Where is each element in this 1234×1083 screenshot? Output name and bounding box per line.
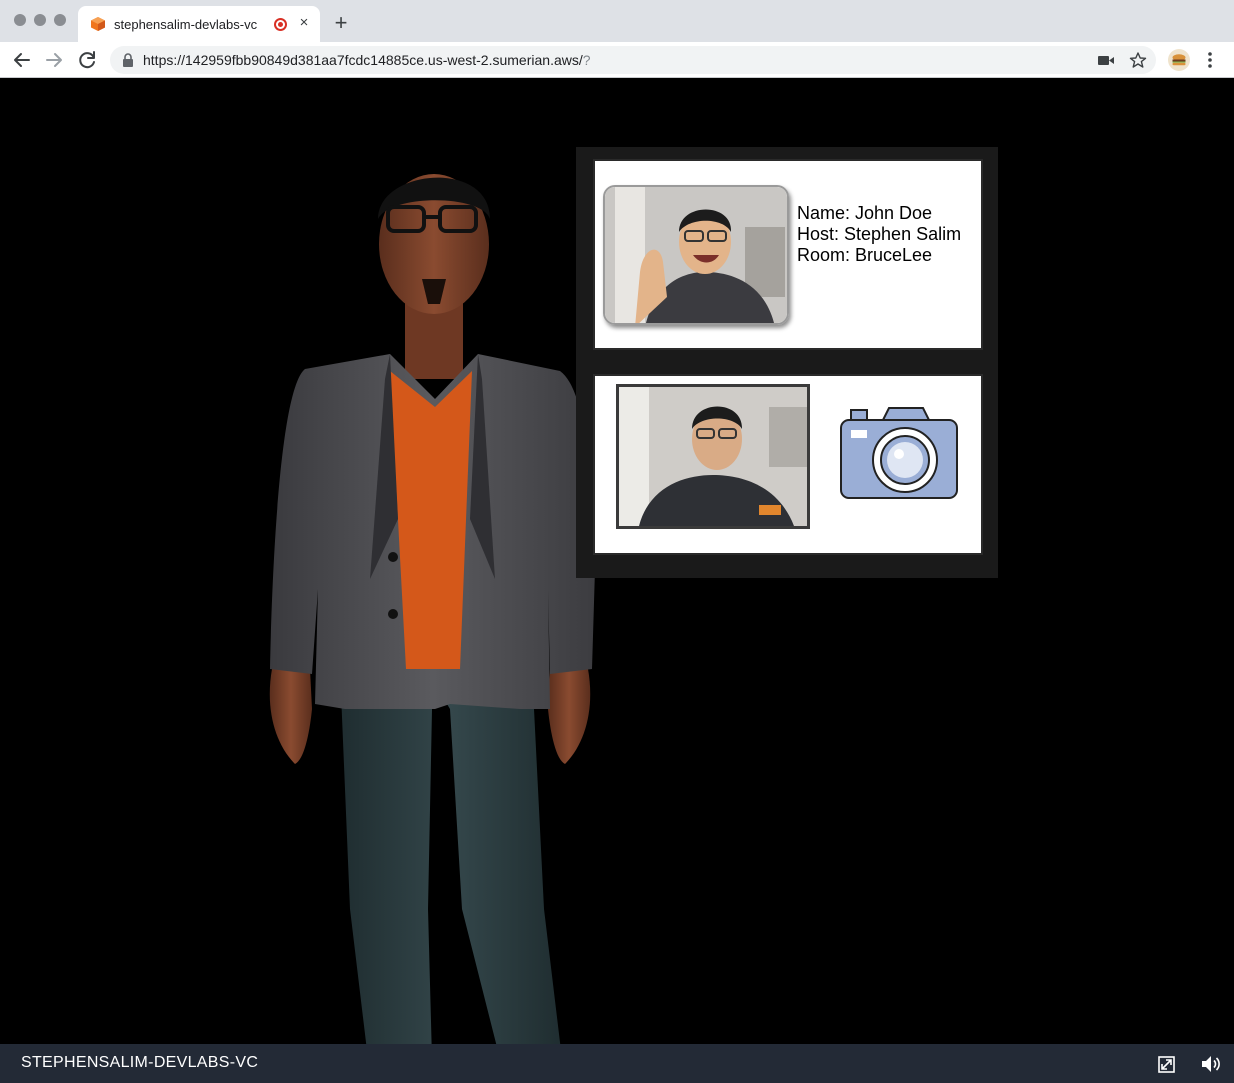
profile-avatar[interactable] [1168, 49, 1190, 71]
camera-permission-icon[interactable] [1097, 52, 1115, 68]
tab-title: stephensalim-devlabs-vc [114, 17, 258, 32]
url-main: https://142959fbb90849d381aa7fcdc14885ce… [143, 52, 583, 68]
scene-title: STEPHENSALIM-DEVLABS-VC [21, 1054, 259, 1071]
new-tab-button[interactable]: + [330, 12, 352, 34]
browser-toolbar: https://142959fbb90849d381aa7fcdc14885ce… [0, 42, 1234, 78]
address-bar[interactable]: https://142959fbb90849d381aa7fcdc14885ce… [110, 46, 1156, 74]
visitor-photo [603, 185, 789, 325]
visitor-name: Name: John Doe [797, 203, 933, 223]
sumerian-cube-icon [91, 17, 105, 31]
webcam-preview [616, 384, 810, 529]
capture-card [593, 374, 983, 555]
menu-dots-icon[interactable] [1200, 50, 1220, 70]
camera-icon[interactable] [839, 406, 959, 502]
tab-close-icon[interactable]: × [296, 15, 312, 31]
browser-tab[interactable]: stephensalim-devlabs-vc × [78, 6, 320, 42]
visitor-host: Host: Stephen Salim [797, 224, 962, 244]
burger-avatar-icon [1172, 54, 1186, 66]
webcam-preview-image [619, 387, 807, 526]
volume-icon[interactable] [1201, 1055, 1221, 1073]
lock-icon[interactable] [122, 53, 134, 67]
visitor-photo-image [605, 187, 787, 323]
star-bookmark-icon[interactable] [1129, 52, 1147, 68]
browser-tab-strip: stephensalim-devlabs-vc × + [0, 0, 1234, 42]
scene-footer-bar: STEPHENSALIM-DEVLABS-VC [0, 1044, 1234, 1083]
visitor-badge-card: Name: John Doe Host: Stephen Salim Room:… [593, 159, 983, 350]
back-arrow-icon[interactable] [10, 48, 34, 72]
window-zoom-button[interactable] [54, 14, 66, 26]
url-text: https://142959fbb90849d381aa7fcdc14885ce… [143, 52, 591, 68]
fullscreen-icon[interactable] [1158, 1056, 1175, 1073]
window-minimize-button[interactable] [34, 14, 46, 26]
window-close-button[interactable] [14, 14, 26, 26]
url-suffix: ? [582, 52, 591, 68]
host-avatar[interactable] [250, 149, 620, 1044]
forward-arrow-icon[interactable] [42, 48, 66, 72]
visitor-details: Name: John Doe Host: Stephen Salim Room:… [797, 203, 961, 266]
visitor-panel: Name: John Doe Host: Stephen Salim Room:… [576, 147, 998, 578]
visitor-room: Room: BruceLee [797, 245, 933, 265]
reload-icon[interactable] [75, 48, 99, 72]
record-icon [274, 18, 287, 31]
sumerian-scene-canvas[interactable]: Name: John Doe Host: Stephen Salim Room:… [0, 79, 1234, 1044]
